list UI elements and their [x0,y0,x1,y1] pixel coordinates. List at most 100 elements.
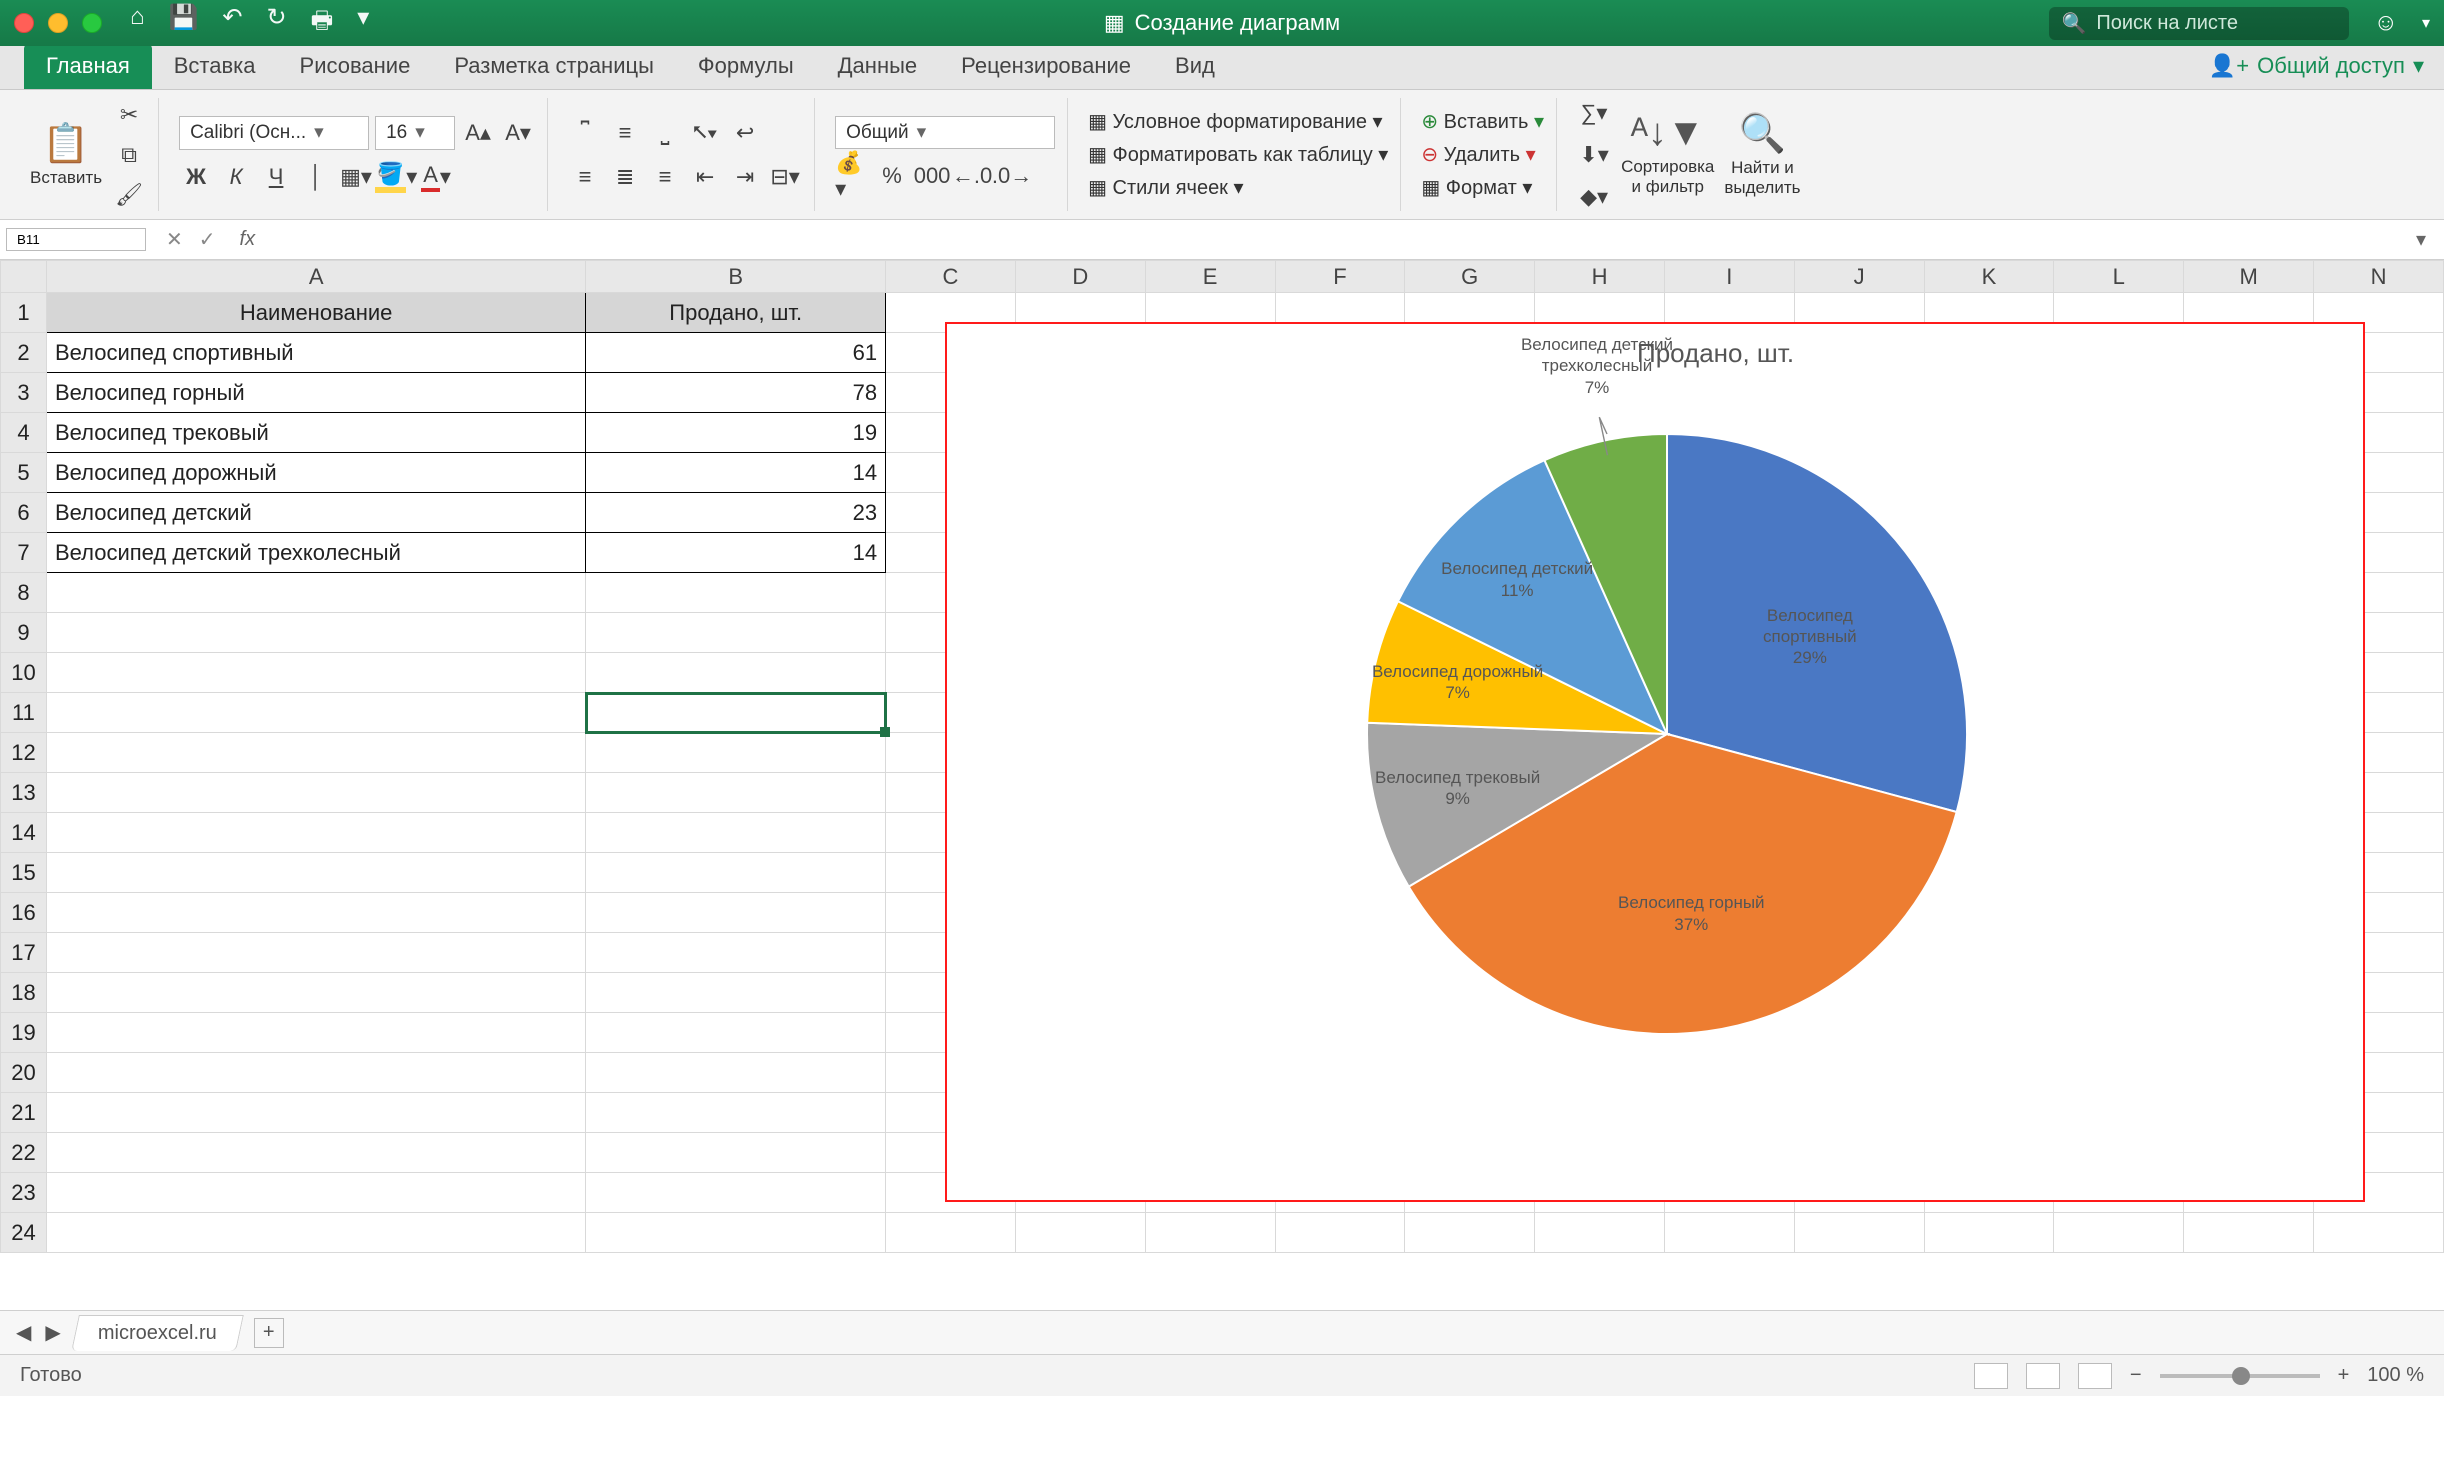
cell[interactable] [46,893,585,933]
tab-page-layout[interactable]: Разметка страницы [432,43,676,89]
zoom-value[interactable]: 100 % [2367,1364,2424,1387]
merge-icon[interactable]: ⊟▾ [768,160,802,194]
italic-icon[interactable]: К [219,160,253,194]
cell[interactable]: Продано, шт. [586,293,886,333]
row-header[interactable]: 4 [1,413,47,453]
cell[interactable]: 23 [586,493,886,533]
cell[interactable] [586,773,886,813]
cell[interactable] [46,933,585,973]
align-bottom-icon[interactable]: ⎵ [648,116,682,150]
enter-formula-icon[interactable]: ✓ [199,227,216,252]
tab-review[interactable]: Рецензирование [939,43,1153,89]
cell[interactable] [586,573,886,613]
cell[interactable]: Велосипед спортивный [46,333,585,373]
cell[interactable] [46,1173,585,1213]
cell[interactable] [2054,1213,2184,1253]
column-header[interactable]: K [1924,261,2054,293]
row-header[interactable]: 24 [1,1213,47,1253]
cell[interactable] [46,1133,585,1173]
cell[interactable] [586,653,886,693]
name-box[interactable] [6,228,146,251]
wrap-text-icon[interactable]: ↩ [728,116,762,150]
zoom-slider[interactable] [2160,1374,2320,1378]
row-header[interactable]: 23 [1,1173,47,1213]
prev-sheet-icon[interactable]: ◀ [16,1320,31,1345]
cancel-formula-icon[interactable]: ✕ [166,227,183,252]
cell[interactable] [586,1213,886,1253]
cell[interactable]: 61 [586,333,886,373]
column-header[interactable]: H [1535,261,1665,293]
underline-icon[interactable]: Ч [259,160,293,194]
cell[interactable] [586,933,886,973]
cell[interactable]: 14 [586,453,886,493]
cell[interactable] [46,1093,585,1133]
align-middle-icon[interactable]: ≡ [608,116,642,150]
cell[interactable]: 14 [586,533,886,573]
bold-icon[interactable]: Ж [179,160,213,194]
cell[interactable] [2314,1213,2444,1253]
column-header[interactable]: G [1405,261,1535,293]
row-header[interactable]: 14 [1,813,47,853]
fill-color-icon[interactable]: 🪣▾ [379,160,413,194]
column-header[interactable]: D [1015,261,1145,293]
row-header[interactable]: 6 [1,493,47,533]
column-header[interactable]: I [1664,261,1794,293]
row-header[interactable]: 20 [1,1053,47,1093]
cell[interactable] [46,973,585,1013]
row-header[interactable]: 13 [1,773,47,813]
maximize-button[interactable] [82,13,102,33]
cell[interactable]: 78 [586,373,886,413]
column-header[interactable]: L [2054,261,2184,293]
row-header[interactable]: 16 [1,893,47,933]
worksheet-grid[interactable]: ABCDEFGHIJKLMN1НаименованиеПродано, шт.2… [0,260,2444,1310]
share-button[interactable]: 👤+ Общий доступ ▾ [2209,43,2424,89]
tab-home[interactable]: Главная [24,43,152,89]
align-top-icon[interactable]: ⎴ [568,116,602,150]
print-icon[interactable]: 🖶 [311,3,334,44]
sheet-tab[interactable]: microexcel.ru [71,1315,244,1351]
percent-icon[interactable]: % [875,159,909,193]
row-header[interactable]: 11 [1,693,47,733]
row-header[interactable]: 9 [1,613,47,653]
clear-icon[interactable]: ◆▾ [1577,180,1611,214]
cell[interactable]: Велосипед дорожный [46,453,585,493]
cell[interactable] [46,733,585,773]
conditional-formatting-button[interactable]: ▦ Условное форматирование ▾ [1088,109,1388,134]
close-button[interactable] [14,13,34,33]
orientation-icon[interactable]: ⭦▾ [688,116,722,150]
increase-font-icon[interactable]: A▴ [461,116,495,150]
tab-draw[interactable]: Рисование [278,43,433,89]
cell[interactable] [586,813,886,853]
cell[interactable] [1275,1213,1405,1253]
insert-cells-button[interactable]: ⊕ Вставить ▾ [1421,109,1544,134]
cell[interactable] [586,1053,886,1093]
autosum-icon[interactable]: ∑▾ [1577,96,1611,130]
row-header[interactable]: 15 [1,853,47,893]
strike-icon[interactable]: │ [299,160,333,194]
feedback-caret-icon[interactable]: ▾ [2422,13,2430,33]
cell[interactable] [586,1013,886,1053]
row-header[interactable]: 2 [1,333,47,373]
column-header[interactable]: J [1794,261,1924,293]
column-header[interactable]: M [2184,261,2314,293]
font-size-select[interactable]: 16 [375,116,455,150]
cell[interactable]: Велосипед детский трехколесный [46,533,585,573]
align-right-icon[interactable]: ≡ [648,160,682,194]
sort-filter-button[interactable]: ᴬ↓▼ Сортировка и фильтр [1621,112,1714,197]
row-header[interactable]: 19 [1,1013,47,1053]
minimize-button[interactable] [48,13,68,33]
tab-data[interactable]: Данные [816,43,939,89]
find-select-button[interactable]: 🔍 Найти и выделить [1724,112,1800,198]
font-name-select[interactable]: Calibri (Осн... [179,116,369,150]
number-format-select[interactable]: Общий [835,116,1055,149]
cell[interactable] [1015,1213,1145,1253]
redo-icon[interactable]: ↻ [267,3,287,44]
cell[interactable] [46,773,585,813]
cell[interactable]: 19 [586,413,886,453]
align-left-icon[interactable]: ≡ [568,160,602,194]
cell[interactable] [46,573,585,613]
cell[interactable]: Велосипед трековый [46,413,585,453]
home-icon[interactable]: ⌂ [130,3,145,44]
cell[interactable] [586,613,886,653]
cell[interactable] [46,1013,585,1053]
